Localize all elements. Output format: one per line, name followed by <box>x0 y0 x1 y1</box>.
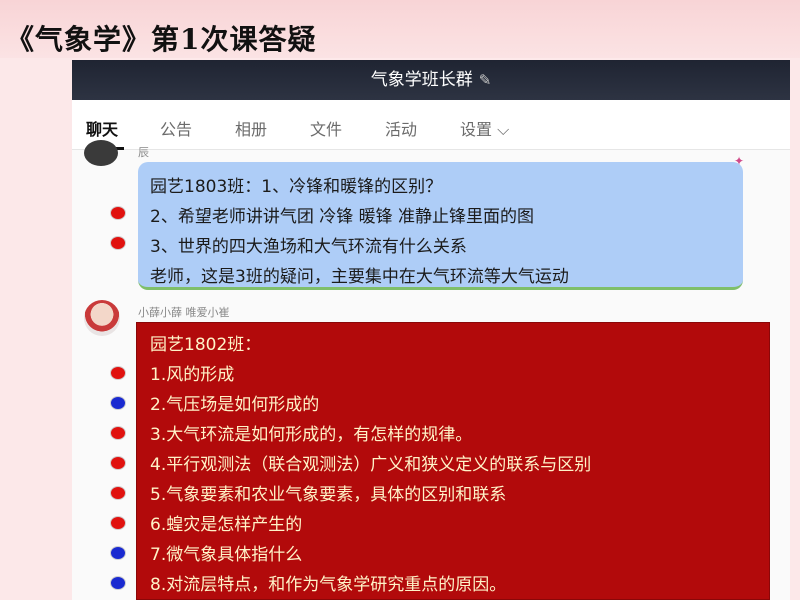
message-line: 园艺1802班： <box>150 335 262 355</box>
marker-blue-dot-icon <box>110 396 126 410</box>
tab-settings[interactable]: 设置 ⌵ <box>460 116 509 140</box>
slide-right-margin <box>790 58 800 600</box>
slide-left-margin <box>0 58 72 600</box>
message-line: 1.风的形成 <box>150 365 235 385</box>
message-line: 2.气压场是如何形成的 <box>150 395 320 415</box>
message-line: 4.平行观测法（联合观测法）广义和狭义定义的联系与区别 <box>150 455 592 475</box>
tab-announcements[interactable]: 公告 <box>160 116 192 140</box>
group-name: 气象学班长群 <box>370 70 473 90</box>
message-line: 3.大气环流是如何形成的，有怎样的规律。 <box>150 425 473 445</box>
tab-activities[interactable]: 活动 <box>385 116 417 140</box>
message-line: 3、世界的四大渔场和大气环流有什么关系 <box>150 237 467 257</box>
marker-blue-dot-icon <box>110 546 126 560</box>
slide-title: 《气象学》第1次课答疑 <box>6 23 317 56</box>
group-title-bar: 气象学班长群 ✎ <box>72 60 790 100</box>
tab-chat[interactable]: 聊天 <box>86 116 118 140</box>
tab-album[interactable]: 相册 <box>235 116 267 140</box>
tab-files[interactable]: 文件 <box>310 116 342 140</box>
marker-red-dot-icon <box>110 426 126 440</box>
message-line: 5.气象要素和农业气象要素，具体的区别和联系 <box>150 485 507 505</box>
message-line: 2、希望老师讲讲气团 冷锋 暖锋 准静止锋里面的图 <box>150 207 535 227</box>
message-line: 7.微气象具体指什么 <box>150 545 303 565</box>
message-line: 6.蝗灾是怎样产生的 <box>150 515 303 535</box>
marker-red-dot-icon <box>110 456 126 470</box>
tab-bar: 聊天 公告 相册 文件 活动 设置 ⌵ <box>72 100 790 150</box>
message-line: 老师，这是3班的疑问，主要集中在大气环流等大气运动 <box>150 267 569 287</box>
marker-blue-dot-icon <box>110 576 126 590</box>
marker-red-dot-icon <box>110 236 126 250</box>
kite-sticker-icon: ✦ <box>734 154 745 168</box>
message-line: 园艺1803班：1、冷锋和暖锋的区别？ <box>150 177 443 197</box>
sender-name: 辰 <box>138 146 149 159</box>
marker-red-dot-icon <box>110 206 126 220</box>
chat-app-window: 气象学班长群 ✎ 聊天 公告 相册 文件 活动 设置 ⌵ 辰 ✦ 园艺1803班：… <box>72 60 790 600</box>
avatar[interactable] <box>84 140 118 166</box>
message-line: 8.对流层特点，和作为气象学研究重点的原因。 <box>150 575 507 595</box>
marker-red-dot-icon <box>110 486 126 500</box>
marker-red-dot-icon <box>110 366 126 380</box>
marker-red-dot-icon <box>110 516 126 530</box>
chat-area[interactable]: 辰 ✦ 园艺1803班：1、冷锋和暖锋的区别？ 2、希望老师讲讲气团 冷锋 暖锋… <box>72 140 790 600</box>
edit-icon[interactable]: ✎ <box>479 60 492 100</box>
avatar[interactable] <box>84 300 120 336</box>
sender-name: 小薛小薛 唯爱小崔 <box>138 306 230 319</box>
